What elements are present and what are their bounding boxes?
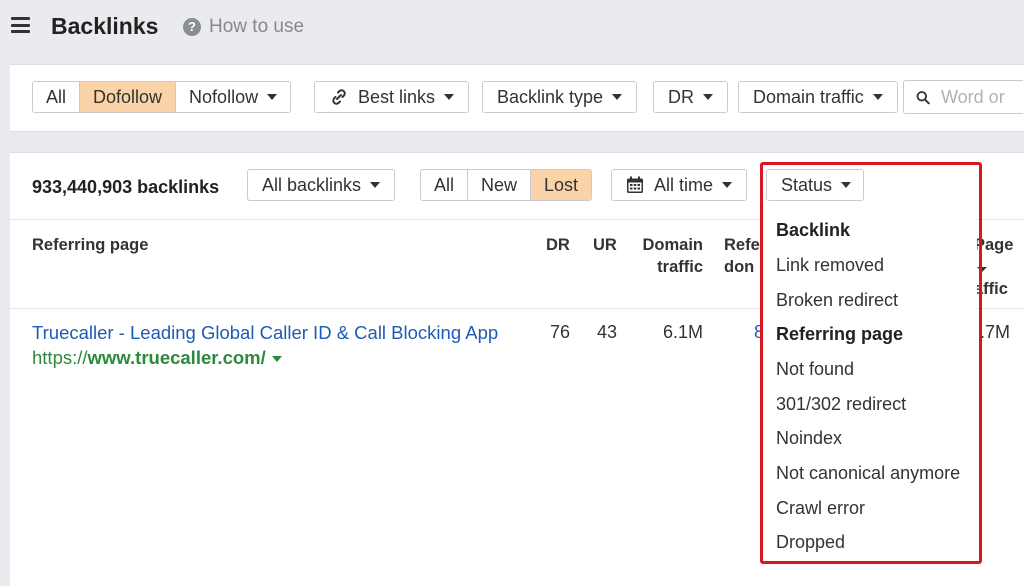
status-dropdown-menu: Backlink Link removed Broken redirect Re… [763,205,977,562]
chevron-down-icon [612,94,623,100]
status-label: Status [781,174,833,195]
col-referring-domains[interactable]: Refe don [724,234,760,278]
col-ref-domains-line2: don [724,258,755,276]
cell-ur: 43 [597,322,618,342]
col-domain-traffic-line2: traffic [657,258,703,276]
referring-page-title-link[interactable]: Truecaller - Leading Global Caller ID & … [32,322,498,344]
chevron-down-icon [722,182,733,188]
page-title: Backlinks [51,13,159,39]
col-page-traffic-line1: Page [974,234,1024,278]
toggle-all[interactable]: All [421,170,469,200]
domain-traffic-dropdown[interactable]: Domain traffic [738,81,898,113]
page-header: Backlinks ? How to use [0,0,1024,58]
how-to-use-label: How to use [209,16,305,37]
chevron-down-icon [872,94,883,100]
col-domain-traffic-line1: Domain [642,236,703,254]
cell-page-traffic: .7M [980,322,1011,342]
status-dropdown-button[interactable]: Status [766,169,864,201]
chevron-down-icon [977,267,987,272]
chevron-down-icon[interactable] [271,356,282,363]
calendar-icon [627,176,643,193]
question-circle-icon: ? [183,18,201,36]
date-range-dropdown[interactable]: All time [611,169,748,201]
backlinks-count: 933,440,903 backlinks [32,177,220,197]
menu-item-not-found[interactable]: Not found [776,359,854,380]
menu-item-301-302-redirect[interactable]: 301/302 redirect [776,394,906,415]
all-backlinks-dropdown[interactable]: All backlinks [247,169,396,201]
best-links-label: Best links [358,86,436,107]
link-attr-nofollow[interactable]: Nofollow [176,82,290,112]
all-backlinks-label: All backlinks [262,174,362,195]
dr-label: DR [668,86,694,107]
backlink-type-label: Backlink type [497,86,604,107]
toggle-new[interactable]: New [468,170,532,200]
cell-domain-traffic: 6.1M [662,322,703,342]
link-attr-all[interactable]: All [33,82,81,112]
toggle-lost[interactable]: Lost [531,170,592,200]
menu-item-crawl-error[interactable]: Crawl error [776,498,865,519]
chevron-down-icon [370,182,381,188]
search-box [903,80,1023,114]
chevron-down-icon [267,94,278,100]
hamburger-menu-icon[interactable] [11,17,30,33]
menu-item-not-canonical-anymore[interactable]: Not canonical anymore [776,463,960,484]
new-lost-toggle: All New Lost [420,169,593,201]
best-links-dropdown[interactable]: Best links [314,81,470,113]
col-page-traffic-line2: affic [974,280,1008,298]
search-icon [916,90,930,104]
col-referring-page[interactable]: Referring page [32,234,148,256]
chevron-down-icon [703,94,713,100]
dr-dropdown[interactable]: DR [653,81,728,113]
col-dr[interactable]: DR [546,234,570,256]
menu-item-broken-redirect[interactable]: Broken redirect [776,290,898,311]
col-ref-domains-line1: Refe [724,236,760,254]
menu-item-link-removed[interactable]: Link removed [776,255,884,276]
chevron-down-icon [841,182,852,188]
col-ur[interactable]: UR [593,234,617,256]
menu-item-noindex[interactable]: Noindex [776,428,842,449]
menu-item-dropped[interactable]: Dropped [776,532,845,553]
link-attr-dofollow[interactable]: Dofollow [80,82,177,112]
col-domain-traffic[interactable]: Domain traffic [639,234,703,278]
backlink-type-dropdown[interactable]: Backlink type [482,81,638,113]
filter-bar: All Dofollow Nofollow Best links Backlin… [10,64,1024,132]
all-time-label: All time [654,174,714,195]
search-input[interactable] [939,85,1023,109]
domain-traffic-label: Domain traffic [753,86,864,107]
link-attribute-toggle: All Dofollow Nofollow [32,81,292,113]
referring-page-url-link[interactable]: https://www.truecaller.com/ [32,347,282,369]
link-icon [332,89,346,105]
chevron-down-icon [444,94,455,100]
col-page-traffic[interactable]: Page affic [974,234,1024,300]
cell-dr: 76 [550,322,571,342]
menu-heading-backlink: Backlink [776,220,851,240]
menu-heading-referring-page: Referring page [776,324,904,344]
how-to-use-link[interactable]: ? How to use [183,16,304,38]
